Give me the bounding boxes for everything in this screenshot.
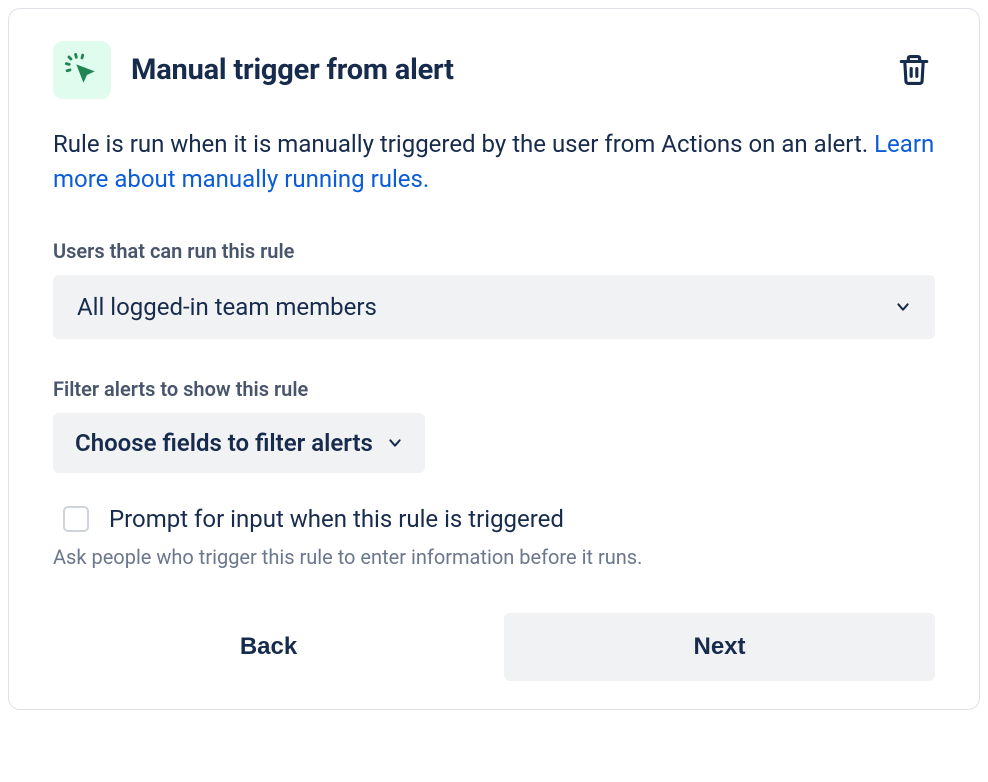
chevron-down-icon	[895, 299, 911, 315]
header-row: Manual trigger from alert	[53, 41, 935, 99]
back-button[interactable]: Back	[53, 613, 484, 681]
filter-field-group: Filter alerts to show this rule Choose f…	[53, 377, 935, 505]
users-select-value: All logged-in team members	[77, 293, 377, 321]
page-title: Manual trigger from alert	[131, 53, 454, 87]
users-field-label: Users that can run this rule	[53, 239, 935, 263]
filter-select[interactable]: Choose fields to filter alerts	[53, 413, 425, 473]
users-select[interactable]: All logged-in team members	[53, 275, 935, 339]
delete-button[interactable]	[893, 49, 935, 91]
trash-icon	[897, 53, 931, 87]
button-row: Back Next	[53, 613, 935, 681]
prompt-hint: Ask people who trigger this rule to ente…	[53, 545, 935, 569]
prompt-checkbox-label[interactable]: Prompt for input when this rule is trigg…	[109, 505, 564, 533]
trigger-icon-badge	[53, 41, 111, 99]
header-left: Manual trigger from alert	[53, 41, 454, 99]
description-text: Rule is run when it is manually triggere…	[53, 130, 874, 158]
users-field-group: Users that can run this rule All logged-…	[53, 239, 935, 339]
filter-select-value: Choose fields to filter alerts	[75, 429, 373, 457]
rule-config-card: Manual trigger from alert Rule is run wh…	[8, 8, 980, 710]
description: Rule is run when it is manually triggere…	[53, 127, 935, 197]
prompt-checkbox[interactable]	[63, 506, 89, 532]
prompt-checkbox-row: Prompt for input when this rule is trigg…	[53, 505, 935, 533]
next-button[interactable]: Next	[504, 613, 935, 681]
filter-field-label: Filter alerts to show this rule	[53, 377, 935, 401]
cursor-click-icon	[65, 53, 99, 87]
chevron-down-icon	[387, 435, 403, 451]
